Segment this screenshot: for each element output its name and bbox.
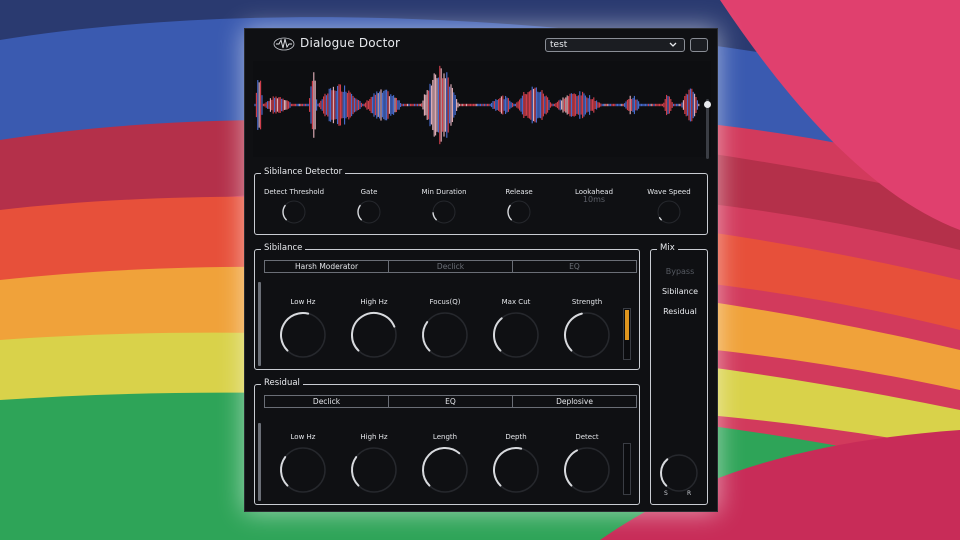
sibilance-knob-label: Low Hz	[290, 298, 316, 306]
residual-knob-label: Depth	[505, 433, 527, 441]
preset-dropdown[interactable]: test	[545, 38, 685, 52]
sibilance-knob-focus-q: Focus(Q)	[410, 298, 480, 359]
residual-panel: Residual Declick EQ Deplosive Low Hz High…	[254, 378, 640, 505]
sibilance-knob-label: Strength	[571, 298, 603, 306]
tab-declick[interactable]: Declick	[389, 261, 513, 272]
residual-knob-label: High Hz	[360, 433, 388, 441]
sibilance-knob-strength: Strength	[552, 298, 622, 359]
residual-knob-dial[interactable]	[350, 446, 398, 494]
mix-option-bypass[interactable]: Bypass	[650, 267, 710, 276]
sibilance-knob-dial[interactable]	[563, 311, 611, 359]
residual-knob-dial[interactable]	[421, 446, 469, 494]
sibilance-detector-title: Sibilance Detector	[261, 167, 346, 177]
sibilance-knob-dial[interactable]	[492, 311, 540, 359]
residual-level-bar	[258, 423, 261, 501]
sibilance-knob-label: Focus(Q)	[429, 298, 461, 306]
detector-knob-detect-threshold: Detect Threshold	[259, 188, 329, 225]
detector-knob-dial[interactable]	[356, 199, 382, 225]
detector-knob-label: Min Duration	[421, 188, 467, 196]
sibilance-meter-fill	[625, 310, 629, 340]
mix-knob[interactable]	[659, 453, 699, 493]
tab-declick[interactable]: Declick	[265, 396, 389, 407]
residual-knob-low-hz: Low Hz	[268, 433, 338, 494]
detector-knob-min-duration: Min Duration	[409, 188, 479, 225]
app-title: Dialogue Doctor	[300, 36, 401, 50]
title-bar: Dialogue Doctor test	[245, 29, 719, 59]
sibilance-panel: Sibilance Harsh Moderator Declick EQ Low…	[254, 243, 640, 370]
residual-knob-high-hz: High Hz	[339, 433, 409, 494]
residual-knob-dial[interactable]	[563, 446, 611, 494]
residual-knob-dial[interactable]	[279, 446, 327, 494]
detector-knob-lookahead: Lookahead 10ms	[559, 188, 629, 204]
detector-knob-label: Release	[505, 188, 533, 196]
residual-knob-label: Length	[432, 433, 458, 441]
detector-knob-label: Wave Speed	[647, 188, 691, 196]
chevron-down-icon	[669, 42, 677, 47]
residual-knob-length: Length	[410, 433, 480, 494]
waveform-zoom-handle[interactable]	[704, 101, 711, 108]
mix-r-label: R	[687, 490, 692, 497]
detector-knob-label: Detect Threshold	[263, 188, 325, 196]
mix-s-label: S	[664, 490, 668, 497]
detector-knob-dial[interactable]	[431, 199, 457, 225]
sibilance-knob-high-hz: High Hz	[339, 298, 409, 359]
sibilance-knob-dial[interactable]	[350, 311, 398, 359]
residual-knob-dial[interactable]	[492, 446, 540, 494]
residual-knob-label: Low Hz	[290, 433, 316, 441]
tab-eq[interactable]: EQ	[389, 396, 513, 407]
waveform-graph	[254, 65, 700, 145]
detector-knob-dial[interactable]	[281, 199, 307, 225]
residual-knob-depth: Depth	[481, 433, 551, 494]
sibilance-strength-meter	[623, 308, 631, 360]
mix-option-sibilance[interactable]: Sibilance	[650, 287, 710, 296]
residual-knob-detect: Detect	[552, 433, 622, 494]
residual-tabs: Declick EQ Deplosive	[264, 395, 637, 408]
sibilance-knob-label: Max Cut	[501, 298, 531, 306]
waveform-display	[253, 61, 711, 159]
detector-knob-release: Release	[484, 188, 554, 225]
detector-knob-label: Gate	[360, 188, 378, 196]
sibilance-knob-max-cut: Max Cut	[481, 298, 551, 359]
detector-knob-dial[interactable]	[656, 199, 682, 225]
sibilance-knob-dial[interactable]	[279, 311, 327, 359]
lookahead-readout[interactable]: 10ms	[559, 195, 629, 204]
sibilance-knob-dial[interactable]	[421, 311, 469, 359]
mix-title: Mix	[657, 243, 678, 253]
waveform-logo-icon	[273, 37, 295, 51]
plugin-window: Dialogue Doctor test Sibilance Detector …	[244, 28, 718, 512]
residual-title: Residual	[261, 378, 303, 388]
tab-harsh-moderator[interactable]: Harsh Moderator	[265, 261, 389, 272]
tab-eq[interactable]: EQ	[513, 261, 636, 272]
preset-value: test	[550, 40, 568, 50]
detector-knob-wave-speed: Wave Speed	[634, 188, 704, 225]
residual-knob-label: Detect	[575, 433, 599, 441]
mix-option-residual[interactable]: Residual	[650, 307, 710, 316]
sibilance-level-bar	[258, 282, 261, 366]
detector-knob-dial[interactable]	[506, 199, 532, 225]
preset-menu-button[interactable]	[690, 38, 708, 52]
sibilance-knob-label: High Hz	[360, 298, 388, 306]
detector-knob-gate: Gate	[334, 188, 404, 225]
tab-deplosive[interactable]: Deplosive	[513, 396, 636, 407]
mix-panel: Mix Bypass Sibilance Residual S R	[650, 243, 710, 505]
waveform-zoom-track[interactable]	[706, 99, 709, 159]
sibilance-knob-low-hz: Low Hz	[268, 298, 338, 359]
sibilance-tabs: Harsh Moderator Declick EQ	[264, 260, 637, 273]
sibilance-title: Sibilance	[261, 243, 306, 253]
sibilance-detector-panel: Sibilance Detector Detect Threshold Gate M…	[254, 167, 708, 235]
residual-meter	[623, 443, 631, 495]
